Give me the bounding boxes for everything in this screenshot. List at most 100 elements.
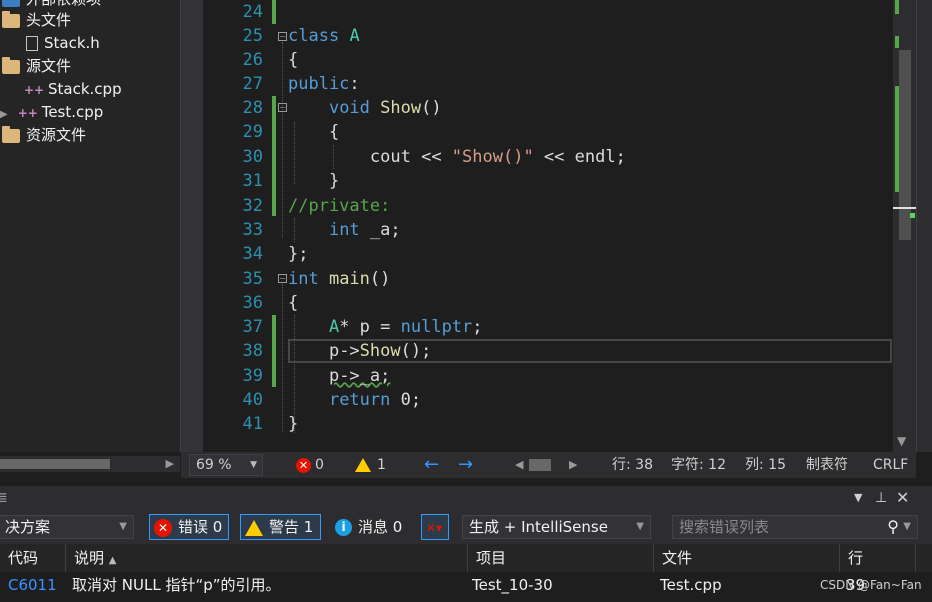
- code-line-31[interactable]: }: [288, 169, 339, 193]
- identifier: endl: [574, 147, 616, 167]
- clear-filter-button[interactable]: ✕▾: [421, 514, 449, 540]
- code-line-29[interactable]: {: [288, 120, 339, 144]
- line-number: 32: [242, 196, 263, 216]
- collapse-icon[interactable]: −: [278, 103, 287, 112]
- error-list-title-bar: ≣ ▼ ⊥ ✕: [0, 486, 932, 510]
- code-line-38[interactable]: p->Show();: [288, 339, 431, 363]
- watermark: CSDN @Fan~Fan: [820, 578, 922, 592]
- overview-warning-mark: [910, 213, 915, 218]
- messages-filter-button[interactable]: i 消息 0: [330, 514, 410, 540]
- code-line-27[interactable]: public:: [288, 72, 360, 96]
- sort-ascending-icon: ▲: [108, 555, 117, 566]
- search-icon[interactable]: ⚲: [887, 516, 899, 538]
- solution-horizontal-scrollbar[interactable]: ▶: [0, 456, 180, 472]
- code-line-25[interactable]: class A: [288, 24, 360, 48]
- line-number: 31: [242, 171, 263, 191]
- scroll-right-icon[interactable]: ▶: [569, 452, 577, 478]
- tree-item-resource-files[interactable]: 资源文件: [2, 124, 86, 146]
- char-indicator[interactable]: 字符: 12: [671, 452, 726, 478]
- code-line-36[interactable]: {: [288, 291, 298, 315]
- side-tool-strip[interactable]: [916, 0, 932, 452]
- column-line[interactable]: 行: [840, 544, 916, 572]
- function-name: Show: [380, 98, 422, 118]
- line-number: 40: [242, 390, 263, 410]
- errors-filter-button[interactable]: ✕ 错误 0: [149, 514, 229, 540]
- keyword: class: [288, 26, 340, 46]
- code-line-26[interactable]: {: [288, 48, 298, 72]
- line-number: 38: [242, 341, 263, 361]
- tree-item-test-cpp[interactable]: ▶ ++ Test.cpp: [0, 101, 103, 123]
- column-file[interactable]: 文件: [654, 544, 840, 572]
- navigate-back-icon[interactable]: ←: [424, 452, 439, 478]
- folder-icon: [2, 56, 20, 74]
- close-icon[interactable]: ✕: [896, 486, 909, 510]
- column-description[interactable]: 说明 ▲: [66, 544, 468, 572]
- code-line-40[interactable]: return 0;: [288, 388, 421, 412]
- class-name: A: [349, 26, 360, 46]
- code-line-35[interactable]: int main(): [288, 267, 390, 291]
- collapse-icon[interactable]: −: [278, 32, 287, 41]
- scroll-right-icon[interactable]: ▶: [166, 456, 174, 472]
- error-project: Test_10-30: [472, 576, 553, 594]
- code-editor[interactable]: 24 25 26 27 28 29 30 31 32 33 34 35 36 3…: [181, 0, 893, 452]
- error-count-indicator[interactable]: ✕ 0: [296, 452, 324, 478]
- scroll-left-icon[interactable]: ◀: [515, 452, 523, 478]
- code-line-39[interactable]: p->_a;: [288, 364, 390, 388]
- scope-dropdown[interactable]: 决方案 ▼: [0, 515, 134, 539]
- col-indicator[interactable]: 列: 15: [745, 452, 786, 478]
- line-number: 26: [242, 50, 263, 70]
- warning-count-indicator[interactable]: 1: [355, 452, 386, 478]
- scroll-down-icon[interactable]: ▼: [897, 434, 906, 448]
- column-project[interactable]: 项目: [468, 544, 654, 572]
- scrollbar-thumb[interactable]: [0, 459, 110, 469]
- keyword: public: [288, 74, 350, 94]
- folder-icon: [2, 10, 20, 28]
- build-filter-dropdown[interactable]: 生成 + IntelliSense ▼: [462, 515, 651, 539]
- expand-arrow-icon[interactable]: ▶: [0, 109, 8, 120]
- scrollbar-thumb[interactable]: [899, 50, 911, 240]
- warning-squiggle[interactable]: p->_a;: [329, 366, 390, 386]
- table-row[interactable]: C6011 取消对 NULL 指针“p”的引用。 Test_10-30 Test…: [0, 572, 932, 602]
- tree-item-stack-h[interactable]: Stack.h: [26, 32, 100, 54]
- tabs-indicator[interactable]: 制表符: [806, 452, 848, 478]
- comment: //private:: [288, 196, 391, 216]
- collapse-icon[interactable]: −: [278, 274, 287, 283]
- code-line-34[interactable]: };: [288, 242, 308, 266]
- column-code[interactable]: 代码: [0, 544, 66, 572]
- editor-vertical-scrollbar[interactable]: ▼: [893, 0, 916, 452]
- line-number: 27: [242, 74, 263, 94]
- navigate-forward-icon[interactable]: →: [458, 452, 473, 478]
- info-icon: i: [335, 519, 352, 536]
- code-line-37[interactable]: A* p = nullptr;: [288, 315, 483, 339]
- code-line-28[interactable]: void Show(): [288, 96, 442, 120]
- tree-item-source-files[interactable]: 源文件: [2, 55, 71, 77]
- dropdown-icon[interactable]: ▼: [854, 486, 862, 510]
- code-line-33[interactable]: int _a;: [288, 218, 401, 242]
- eol-indicator[interactable]: CRLF: [873, 452, 908, 478]
- punct: (): [369, 269, 391, 289]
- panel-title-fragment: ≣: [0, 490, 8, 506]
- pin-icon[interactable]: ⊥: [875, 486, 887, 510]
- punct: :: [349, 74, 360, 94]
- tree-item-header-files[interactable]: 头文件: [2, 9, 71, 31]
- folder-icon: [2, 125, 20, 143]
- line-number: 33: [242, 220, 263, 240]
- line-number: 30: [242, 147, 263, 167]
- operator: <<: [410, 147, 452, 167]
- chevron-down-icon: ▼: [636, 521, 644, 532]
- line-number: 28: [242, 98, 263, 118]
- tree-item-stack-cpp[interactable]: ++ Stack.cpp: [24, 78, 122, 100]
- error-code-link[interactable]: C6011: [0, 572, 57, 602]
- warnings-filter-button[interactable]: 警告 1: [240, 514, 321, 540]
- code-line-32[interactable]: //private:: [288, 194, 390, 218]
- warning-icon: [245, 519, 263, 536]
- overview-caret-mark: [893, 207, 916, 209]
- line-indicator[interactable]: 行: 38: [612, 452, 653, 478]
- code-line-41[interactable]: }: [288, 412, 298, 436]
- search-error-list-input[interactable]: 搜索错误列表 ⚲ ▼: [672, 515, 918, 539]
- error-file: Test.cpp: [660, 576, 722, 594]
- horizontal-scroll-thumb[interactable]: [529, 459, 551, 471]
- zoom-dropdown[interactable]: 69 % ▼: [189, 454, 263, 476]
- code-line-30[interactable]: cout << "Show()" << endl;: [288, 145, 626, 169]
- line-number: 29: [242, 122, 263, 142]
